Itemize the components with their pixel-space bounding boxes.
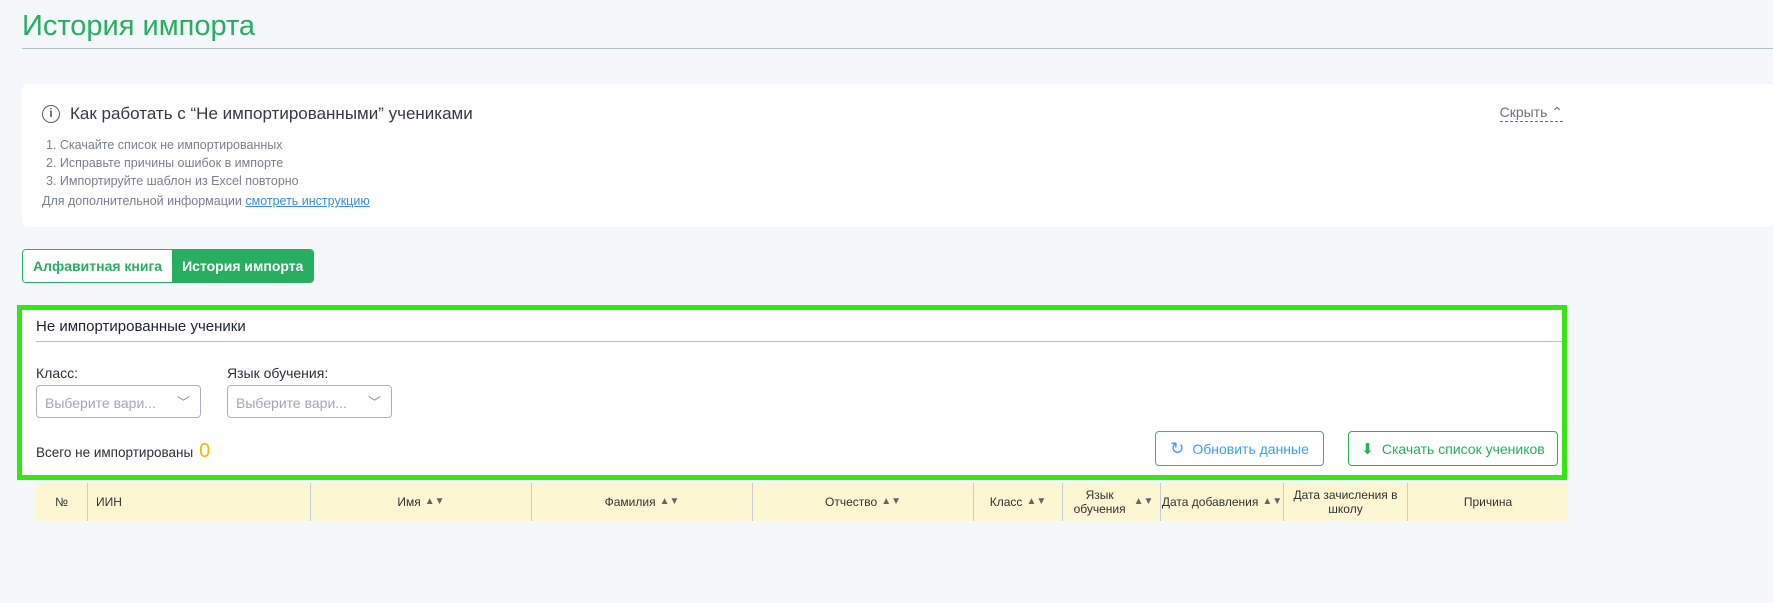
sort-icon: ▲▼	[659, 496, 680, 507]
sort-icon: ▲▼	[1133, 496, 1154, 507]
step: 1. Скачайте список не импортированных	[46, 138, 283, 152]
divider	[22, 48, 1773, 49]
col-class[interactable]: Класс ▲▼	[974, 483, 1063, 521]
col-date-added[interactable]: Дата добавления ▲▼	[1161, 483, 1284, 521]
col-number: №	[36, 483, 88, 521]
tab-import-history[interactable]: История импорта	[172, 250, 314, 282]
sort-icon: ▲▼	[424, 496, 445, 507]
highlight-frame	[17, 305, 1567, 480]
sort-icon: ▲▼	[1262, 496, 1283, 507]
col-patronymic[interactable]: Отчество ▲▼	[753, 483, 974, 521]
step: 3. Импортируйте шаблон из Excel повторно	[46, 174, 299, 188]
tabs: Алфавитная книга История импорта	[22, 249, 315, 283]
info-card: i Как работать с “Не импортированными” уч…	[22, 84, 1773, 227]
col-language[interactable]: Язык обучения ▲▼	[1063, 483, 1161, 521]
tab-alphabet-book[interactable]: Алфавитная книга	[23, 250, 173, 282]
col-name[interactable]: Имя ▲▼	[311, 483, 532, 521]
steps-list: 1. Скачайте список не импортированных 2.…	[46, 136, 299, 190]
col-enrollment-date: Дата зачисления в школу	[1284, 483, 1408, 521]
info-title: Как работать с “Не импортированными” уче…	[70, 104, 473, 123]
table-header: № ИИН Имя ▲▼ Фамилия ▲▼ Отчество ▲▼ Класс ▲▼…	[36, 483, 1568, 521]
sort-icon: ▲▼	[881, 496, 901, 507]
info-icon: i	[42, 105, 60, 123]
col-reason: Причина	[1463, 495, 1513, 509]
page-title: История импорта	[22, 10, 256, 42]
hide-toggle[interactable]: Скрыть ⌃	[1499, 104, 1563, 122]
step: 2. Исправьте причины ошибок в импорте	[46, 156, 284, 170]
sort-icon: ▲▼	[1026, 496, 1047, 507]
instruction-link[interactable]: смотреть инструкцию	[245, 194, 369, 208]
more-text: Для дополнительной информации	[42, 194, 242, 208]
col-surname[interactable]: Фамилия ▲▼	[532, 483, 753, 521]
col-iin: ИИН	[88, 483, 311, 521]
